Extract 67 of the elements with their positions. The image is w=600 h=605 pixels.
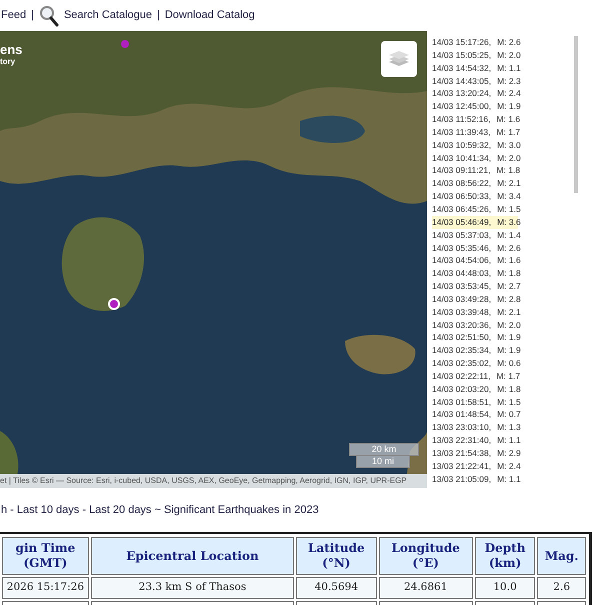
event-list-item[interactable]: 13/03 22:31:40, M: 1.1: [432, 434, 518, 447]
table-cell: 2.6: [537, 577, 586, 599]
table-cell: 2026 15:17:26: [2, 577, 89, 599]
event-list-item[interactable]: 14/03 02:03:20, M: 1.8: [432, 382, 518, 396]
layers-button[interactable]: [381, 41, 417, 77]
separator: |: [31, 8, 34, 24]
event-list-item[interactable]: 14/03 05:37:03, M: 1.4: [432, 228, 518, 242]
event-list-item[interactable]: 14/03 15:05:25, M: 2.0: [432, 48, 518, 62]
period-link[interactable]: h: [1, 502, 8, 518]
event-list-item[interactable]: 13/03 21:54:38, M: 2.9: [432, 447, 518, 460]
table-cell: 24.6861: [378, 577, 473, 599]
event-list-item[interactable]: 14/03 03:53:45, M: 2.7: [432, 280, 518, 293]
event-list-item[interactable]: 14/03 01:58:51, M: 1.5: [432, 396, 518, 408]
event-list-item[interactable]: 14/03 14:43:05, M: 2.3: [432, 74, 518, 88]
map-attribution: et | Tiles © Esri — Source: Esri, i-cubed, USDA, USGS, AEX, GeoEye, Getmapping, Aerogrid, IGN, IGP, UPR-EGP: [0, 474, 427, 488]
period-link[interactable]: Last 10 days: [16, 502, 80, 518]
nav-link[interactable]: Search Catalogue: [64, 7, 152, 24]
separator: -: [81, 502, 88, 518]
event-list-item[interactable]: 14/03 10:59:32, M: 3.0: [432, 138, 518, 152]
event-list-item[interactable]: 14/03 02:51:50, M: 1.9: [432, 331, 518, 344]
event-list-item[interactable]: 14/03 03:49:28, M: 2.8: [432, 292, 518, 306]
event-list-item[interactable]: 14/03 03:39:48, M: 2.1: [432, 306, 518, 319]
event-list-item[interactable]: 14/03 03:20:36, M: 2.0: [432, 318, 518, 332]
event-list-item[interactable]: 14/03 09:11:21, M: 1.8: [432, 164, 518, 178]
event-list-item[interactable]: 14/03 05:46:49, M: 3.6: [432, 216, 518, 229]
period-link[interactable]: Significant Earthquakes in 2023: [164, 502, 319, 518]
column-header: Depth (km): [474, 537, 536, 575]
event-list-item[interactable]: 14/03 14:54:32, M: 1.1: [432, 62, 518, 75]
event-list-item[interactable]: 14/03 04:54:06, M: 1.6: [432, 254, 518, 268]
scale-bar: 10 mi: [356, 456, 410, 468]
event-list-item[interactable]: 14/03 12:45:00, M: 1.9: [432, 100, 518, 114]
event-list-item[interactable]: 14/03 10:41:34, M: 2.0: [432, 152, 518, 164]
separator: ~: [153, 502, 162, 518]
column-header: Latitude (°N): [296, 537, 377, 575]
event-list-item[interactable]: 14/03 02:35:34, M: 1.9: [432, 344, 518, 358]
event-list-item[interactable]: 14/03 15:17:26, M: 2.6: [432, 36, 518, 49]
scrollbar-thumb[interactable]: [574, 36, 578, 193]
separator: -: [9, 502, 15, 518]
event-list-item[interactable]: 14/03 13:20:24, M: 2.4: [432, 87, 518, 100]
event-list-item[interactable]: 14/03 02:35:02, M: 0.6: [432, 357, 518, 370]
table-cell: 23.3 km S of Thasos: [90, 577, 294, 599]
column-header: Epicentral Location: [90, 537, 294, 575]
nav-link[interactable]: Download Catalog: [164, 7, 255, 24]
event-list-item[interactable]: 13/03 21:05:09, M: 1.1: [432, 472, 518, 486]
event-list-item[interactable]: 14/03 04:48:03, M: 1.8: [432, 267, 518, 280]
event-list-item[interactable]: 14/03 11:39:43, M: 1.7: [432, 126, 518, 139]
table-cell: 40.5694: [296, 577, 377, 599]
event-list-item[interactable]: 14/03 08:56:22, M: 2.1: [432, 177, 518, 190]
scale-bar: 20 km: [349, 443, 419, 456]
column-header: Mag.: [537, 537, 586, 575]
event-list-item[interactable]: 14/03 01:48:54, M: 0.7: [432, 408, 518, 422]
separator: |: [157, 8, 160, 24]
table-cell: 10.0: [474, 577, 536, 599]
event-list-item[interactable]: 14/03 06:50:33, M: 3.4: [432, 190, 518, 203]
event-list-item[interactable]: 14/03 05:35:46, M: 2.6: [432, 242, 518, 254]
event-list-item[interactable]: 14/03 06:45:26, M: 1.5: [432, 202, 518, 216]
event-list-item[interactable]: 13/03 21:22:41, M: 2.4: [432, 460, 518, 473]
layers-icon: [388, 49, 410, 69]
column-header: Longitude (°E): [378, 537, 473, 575]
event-list-item[interactable]: 14/03 11:52:16, M: 1.6: [432, 113, 518, 126]
nav-link[interactable]: Feed: [1, 7, 26, 24]
period-link[interactable]: Last 20 days: [89, 502, 152, 518]
event-list-item[interactable]: 14/03 02:22:11, M: 1.7: [432, 370, 518, 383]
map-overlay-subtitle: tory: [0, 58, 16, 66]
column-header: gin Time (GMT): [2, 537, 89, 575]
event-list-item[interactable]: 13/03 23:03:10, M: 1.3: [432, 421, 518, 434]
map-overlay-title: ens: [0, 43, 22, 56]
